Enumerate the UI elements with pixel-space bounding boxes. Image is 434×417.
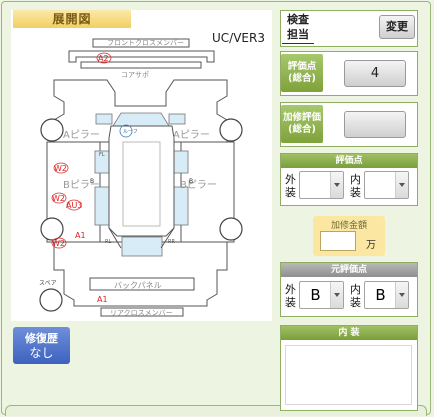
chevron-down-icon [330, 282, 343, 308]
spare-label: スペア [39, 280, 57, 287]
diagram-tab[interactable]: 展開図 [13, 10, 131, 28]
bonus-score-field[interactable] [344, 111, 406, 138]
damage-mark-a2: A2 [98, 54, 109, 63]
repair-history-button[interactable]: 修復歴 なし [13, 327, 70, 364]
damage-mark-a1-1: A1 [75, 231, 86, 240]
b-pillar-left-label: Bピラー [63, 179, 100, 191]
inspector-label: 検査 担当 [287, 13, 309, 41]
scores-interior-label: 内装 [350, 173, 361, 199]
bonus-score-label: 加修評価 (総合) [281, 105, 323, 143]
scores-header: 評価点 [281, 154, 417, 168]
damage-mark-au3: AU3 [66, 201, 82, 210]
back-panel-label: バックパネル [114, 281, 162, 290]
right-window-lower [173, 186, 189, 226]
core-support-label: コアサポ [121, 71, 149, 79]
a-pillar-right-top [168, 113, 186, 125]
b-left-mark: B [90, 178, 94, 185]
overall-score-label: 評価点 (総合) [281, 54, 323, 92]
rl-mark: RL [105, 239, 111, 245]
chevron-down-icon [330, 172, 343, 198]
repair-cost-unit: 万 [366, 240, 376, 251]
inspector-underline [282, 43, 314, 44]
damage-mark-w2-3: W2 [52, 239, 65, 248]
inner-roof-label: ルーフ [123, 129, 138, 135]
damage-mark-w2-2: W2 [52, 194, 65, 203]
wheel-rear-right [219, 217, 243, 241]
a-pillar-right-label: Aピラー [173, 129, 210, 141]
original-exterior-label: 外装 [285, 283, 296, 309]
scores-exterior-select[interactable] [299, 171, 344, 199]
wheel-front-right [219, 118, 243, 142]
core-support-shape [68, 50, 215, 63]
fl-mark: FL [99, 152, 105, 158]
left-window-lower [94, 186, 110, 226]
chevron-down-icon [395, 282, 408, 308]
original-exterior-value: B [310, 286, 321, 304]
repair-cost-input[interactable] [320, 231, 356, 251]
overall-score-field[interactable]: 4 [344, 60, 406, 87]
spare-tire [39, 288, 63, 312]
scores-interior-select[interactable] [364, 171, 409, 199]
scores-exterior-label: 外装 [285, 173, 296, 199]
original-exterior-select[interactable]: B [299, 281, 344, 309]
interior-notes-textarea[interactable] [285, 345, 412, 405]
damage-mark-a1-2: A1 [97, 295, 108, 304]
repair-history-line2: なし [29, 345, 54, 360]
model-version: UC/VER3 [212, 31, 265, 45]
damage-diagram[interactable]: Aピラー Aピラー Bピラー Bピラー フロントクロスメンバー コアサポ バック… [11, 10, 272, 321]
rear-window [121, 236, 163, 257]
a-pillar-left-label: Aピラー [63, 129, 100, 141]
windshield [112, 112, 170, 127]
interior-notes-header: 内 装 [281, 326, 417, 340]
original-interior-value: B [375, 286, 386, 304]
original-interior-select[interactable]: B [364, 281, 409, 309]
wheel-front-left [40, 118, 64, 142]
b-pillar-right-label: Bピラー [180, 179, 217, 191]
a-pillar-left-top [95, 113, 113, 125]
right-window-upper [173, 150, 189, 174]
wheel-rear-left [40, 217, 64, 241]
original-scores-header: 元評価点 [281, 263, 417, 277]
repair-cost-label: 加修金額 [330, 221, 367, 231]
change-button[interactable]: 変更 [379, 15, 415, 39]
scores-exterior-value [300, 172, 331, 198]
original-interior-label: 内装 [350, 283, 361, 309]
scores-interior-value [365, 172, 396, 198]
rear-cross-member-label: リアクロスメンバー [110, 309, 173, 317]
b-right-mark: B [189, 178, 193, 185]
roof-shape [108, 125, 175, 237]
rr-mark: RR [168, 239, 175, 245]
damage-mark-w2-1: W2 [54, 164, 67, 173]
repair-history-line1: 修復歴 [25, 331, 58, 345]
chevron-down-icon [395, 172, 408, 198]
car-expansion-drawing: Aピラー Aピラー Bピラー Bピラー フロントクロスメンバー コアサポ バック… [39, 38, 243, 317]
front-cross-member-label: フロントクロスメンバー [107, 39, 184, 47]
